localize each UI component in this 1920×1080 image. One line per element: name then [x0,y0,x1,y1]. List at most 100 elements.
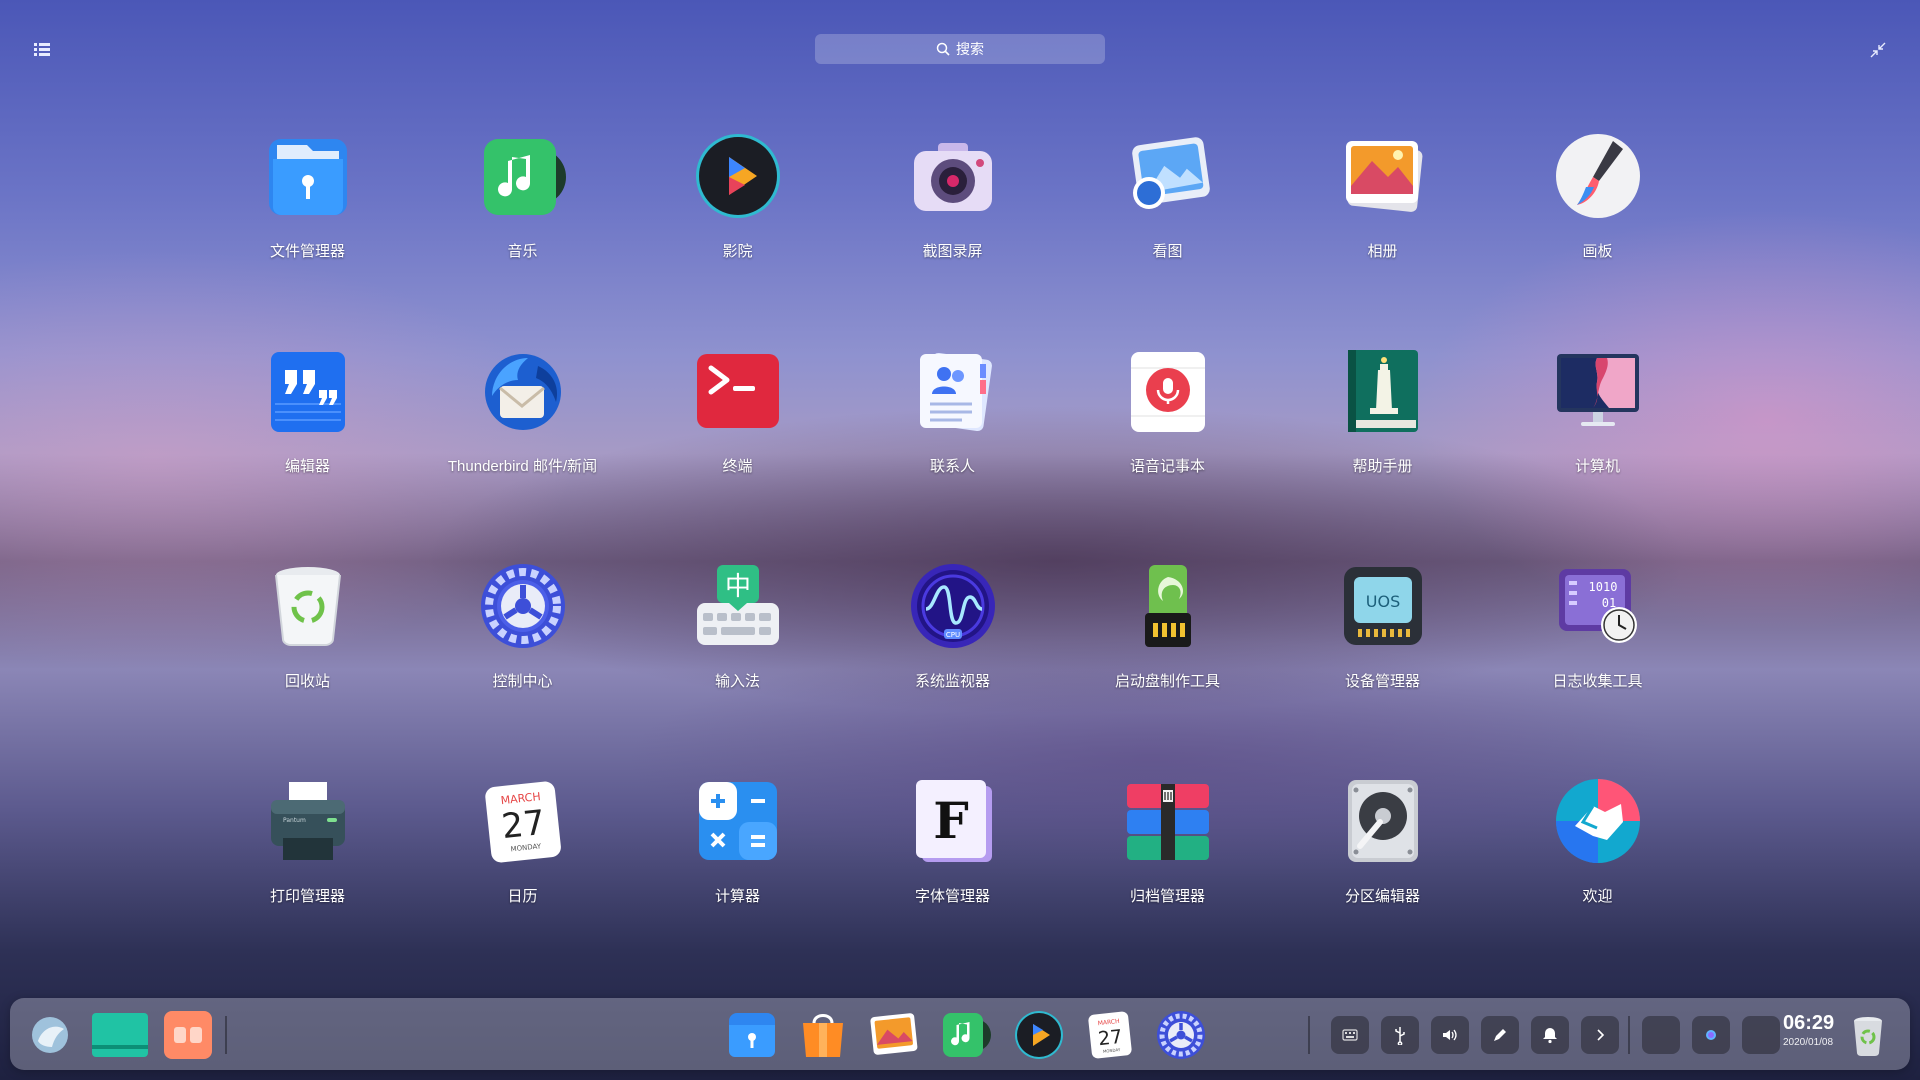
tray-usb[interactable] [1381,1016,1419,1054]
app-control-center[interactable]: 控制中心 [415,560,630,775]
notification-bell-icon [1543,1028,1557,1044]
input-method-char: 中 [724,572,750,602]
volume-icon [1443,1029,1457,1041]
keyboard-icon: 中 [692,560,784,652]
app-print-manager[interactable]: Pantum 打印管理器 [200,775,415,990]
app-file-manager[interactable]: 文件管理器 [200,130,415,345]
archive-manager-icon [1122,775,1214,867]
calendar-day: 27 [499,803,546,847]
app-label: 看图 [1152,243,1183,260]
dock-separator [225,1016,227,1054]
app-label: 归档管理器 [1129,888,1205,905]
tray-app-1[interactable] [1642,1016,1680,1054]
uos-label: UOS [1365,592,1399,611]
multitask-icon [164,1011,212,1059]
app-screenshot[interactable]: 截图录屏 [845,130,1060,345]
app-music[interactable]: 音乐 [415,130,630,345]
clock[interactable]: 06:29 2020/01/08 [1783,1012,1834,1048]
app-computer[interactable]: 计算机 [1490,345,1705,560]
music-icon [943,1013,991,1057]
search-icon [936,42,950,56]
app-calendar[interactable]: MARCH 27 MONDAY 日历 [415,775,630,990]
app-label: 欢迎 [1582,888,1613,905]
view-mode-grid-icon[interactable] [34,42,50,58]
photo-album-icon [1337,130,1429,222]
launcher-icon [32,1017,68,1053]
photo-album-icon [870,1013,918,1055]
app-label: 音乐 [507,243,538,260]
camera-icon [907,130,999,222]
dock-app-store[interactable] [797,1009,849,1061]
tray-notifications[interactable] [1531,1016,1569,1054]
dock-control-center[interactable] [1155,1009,1207,1061]
tray-keyboard[interactable] [1331,1016,1369,1054]
app-archive-manager[interactable]: 归档管理器 [1060,775,1275,990]
app-label: 日历 [507,888,538,905]
dock-photo-album[interactable] [868,1009,920,1061]
multitask-button[interactable] [162,1009,214,1061]
dock-music[interactable] [939,1009,991,1061]
calculator-icon [692,775,784,867]
app-calculator[interactable]: 计算器 [630,775,845,990]
dock-movie[interactable] [1013,1009,1065,1061]
app-partition-editor[interactable]: 分区编辑器 [1275,775,1490,990]
app-label: 计算机 [1574,458,1620,475]
app-voice-notes[interactable]: 语音记事本 [1060,345,1275,560]
contacts-icon [907,345,999,437]
tray-app-2[interactable] [1692,1016,1730,1054]
app-welcome[interactable]: 欢迎 [1490,775,1705,990]
app-image-viewer[interactable]: 看图 [1060,130,1275,345]
tray-app-3[interactable] [1742,1016,1780,1054]
dock-calendar[interactable]: MARCH 27 MONDAY [1084,1009,1136,1061]
launcher-button[interactable] [24,1009,76,1061]
app-device-manager[interactable]: UOS 设备管理器 [1275,560,1490,775]
dock-separator [1628,1016,1630,1054]
app-log-viewer[interactable]: 1010 01 日志收集工具 [1490,560,1705,775]
app-label: 帮助手册 [1352,458,1413,475]
app-trash[interactable]: 回收站 [200,560,415,775]
dock-file-manager[interactable] [726,1009,778,1061]
app-contacts[interactable]: 联系人 [845,345,1060,560]
app-input-method[interactable]: 中 输入法 [630,560,845,775]
workspace-button[interactable] [90,1009,150,1061]
tray-pen[interactable] [1481,1016,1519,1054]
app-text-editor[interactable]: 编辑器 [200,345,415,560]
app-label: 计算器 [714,888,760,905]
dock: MARCH 27 MONDAY 06:29 2020/01/08 [10,998,1910,1070]
dock-separator [1308,1016,1310,1054]
app-store-icon [803,1014,843,1057]
thunderbird-icon [477,345,569,437]
app-label: 启动盘制作工具 [1114,673,1220,690]
boot-maker-icon [1122,560,1214,652]
exit-fullscreen-icon[interactable] [1870,42,1886,58]
app-terminal[interactable]: 终端 [630,345,845,560]
trash-icon [1854,1017,1882,1056]
image-viewer-icon [1122,130,1214,222]
app-label: 字体管理器 [914,888,990,905]
printer-brand: Pantum [283,817,306,824]
pen-icon [1494,1029,1506,1041]
disk-partition-icon [1337,775,1429,867]
app-system-monitor[interactable]: CPU 系统监视器 [845,560,1060,775]
app-draw[interactable]: 画板 [1490,130,1705,345]
computer-icon [1552,345,1644,437]
app-thunderbird[interactable]: Thunderbird 邮件/新闻 [415,345,630,560]
app-boot-maker[interactable]: 启动盘制作工具 [1060,560,1275,775]
device-manager-icon: UOS [1337,560,1429,652]
app-label: 联系人 [929,458,975,475]
app-label: 相册 [1367,243,1398,260]
settings-gear-icon [477,560,569,652]
trash-dock-button[interactable] [1848,1009,1888,1061]
search-placeholder: 搜索 [956,41,984,57]
app-label: 分区编辑器 [1344,888,1420,905]
app-photo-album[interactable]: 相册 [1275,130,1490,345]
app-help-manual[interactable]: 帮助手册 [1275,345,1490,560]
app-label: Thunderbird 邮件/新闻 [447,458,598,475]
app-font-manager[interactable]: F 字体管理器 [845,775,1060,990]
system-monitor-icon: CPU [907,560,999,652]
tray-expand[interactable] [1581,1016,1619,1054]
search-box[interactable]: 搜索 [815,34,1105,64]
app-movie[interactable]: 影院 [630,130,845,345]
tray-volume[interactable] [1431,1016,1469,1054]
log-viewer-icon: 1010 01 [1552,560,1644,652]
